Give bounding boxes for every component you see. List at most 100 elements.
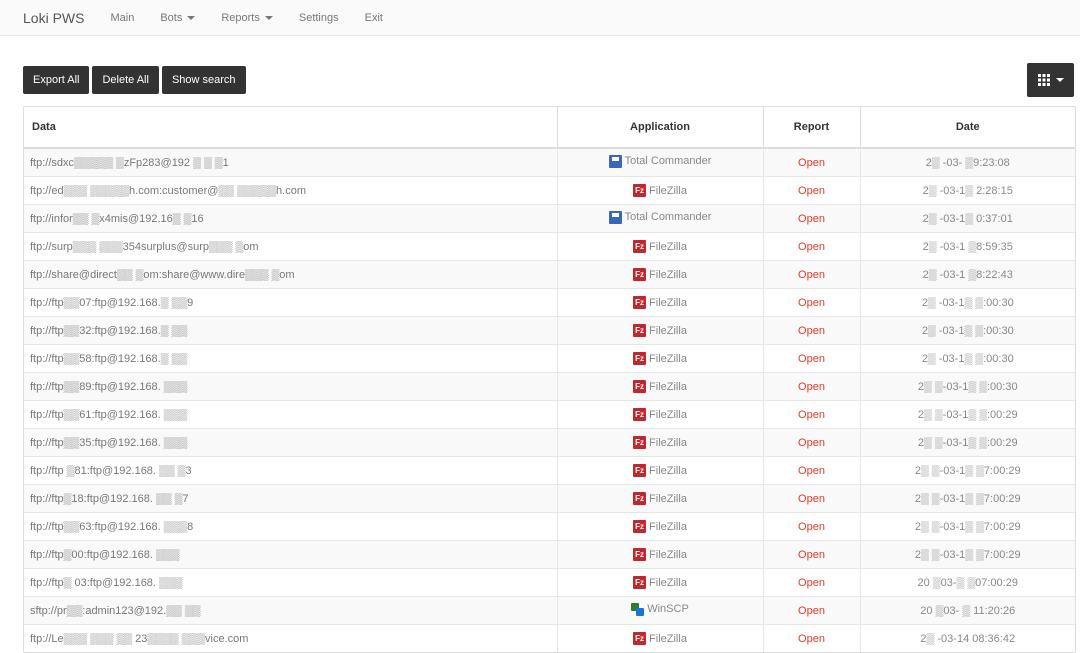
cell-data: ftp://ftp▒▒35:ftp@192.168. ▒▒▒ (24, 428, 558, 457)
cell-data: ftp://Le▒▒▒ ▒▒▒ ▒▒ 23▒▒▒▒ ▒▒▒vice.com (24, 624, 558, 652)
open-report-link[interactable]: Open (798, 213, 825, 225)
table-row: ftp://ed▒▒▒ ▒▒▒▒▒h.com:customer@▒▒ ▒▒▒▒▒… (24, 176, 1075, 205)
table-row: ftp://ftp▒▒58:ftp@192.168.▒ ▒▒ Fz FileZill… (24, 344, 1075, 373)
table-row: ftp://sdxc▒▒▒▒▒ ▒zFp283@192 ▒ ▒ ▒1 Total … (24, 147, 1075, 177)
open-report-link[interactable]: Open (798, 297, 825, 309)
cell-report: Open (763, 428, 861, 457)
nav-exit[interactable]: Exit (365, 12, 383, 24)
open-report-link[interactable]: Open (798, 549, 825, 561)
cell-data: ftp://ftp▒▒63:ftp@192.168. ▒▒▒8 (24, 512, 558, 541)
brand-title[interactable]: Loki PWS (23, 10, 84, 26)
filezilla-icon: Fz (633, 464, 647, 477)
cell-report: Open (763, 204, 861, 233)
open-report-link[interactable]: Open (798, 577, 825, 589)
open-report-link[interactable]: Open (798, 325, 825, 337)
filezilla-icon: Fz (633, 352, 647, 365)
nav-bots[interactable]: Bots (160, 12, 196, 24)
cell-report: Open (763, 624, 861, 652)
filezilla-icon: Fz (633, 296, 647, 309)
export-all-button[interactable]: Export All (23, 66, 90, 94)
open-report-link[interactable]: Open (798, 157, 825, 169)
application-wrapper: Fz FileZilla (633, 436, 687, 449)
cell-date: 2▒ -03-1▒ ▒:00:30 (860, 344, 1075, 373)
table-row: ftp://ftp▒▒61:ftp@192.168. ▒▒▒ Fz FileZill… (24, 400, 1075, 429)
open-report-link[interactable]: Open (798, 465, 825, 477)
header-report[interactable]: Report (763, 107, 861, 149)
cell-report: Open (763, 568, 861, 597)
open-report-link[interactable]: Open (798, 185, 825, 197)
open-report-link[interactable]: Open (798, 269, 825, 281)
cell-application: Fz FileZilla (557, 344, 764, 373)
cell-data: ftp://share@direct▒▒ ▒om:share@www.dire▒… (24, 260, 558, 289)
chevron-down-icon (264, 15, 273, 20)
cell-data: ftp://ftp▒00:ftp@192.168. ▒▒▒ (24, 540, 558, 569)
cell-report: Open (763, 232, 861, 261)
cell-date: 2▒ -03-1▒ ▒:00:30 (860, 288, 1075, 317)
chevron-down-icon (1055, 78, 1064, 82)
application-wrapper: Fz FileZilla (633, 268, 687, 281)
reports-table-container: Data Application Report Date ftp://sdxc▒… (23, 106, 1076, 653)
open-report-link[interactable]: Open (798, 633, 825, 645)
show-search-button[interactable]: Show search (161, 66, 246, 94)
table-row: ftp://ftp ▒81:ftp@192.168. ▒▒ ▒3 Fz FileZi… (24, 456, 1075, 485)
header-application[interactable]: Application (557, 107, 764, 149)
application-label: FileZilla (649, 408, 687, 421)
cell-report: Open (763, 288, 861, 317)
cell-date: 2▒ -03- ▒9:23:08 (860, 147, 1075, 177)
filezilla-icon: Fz (633, 184, 647, 197)
table-body: ftp://sdxc▒▒▒▒▒ ▒zFp283@192 ▒ ▒ ▒1 Total … (24, 147, 1075, 652)
nav-reports[interactable]: Reports (221, 12, 273, 24)
cell-date: 2▒ ▒-03-1▒ ▒:00:29 (860, 428, 1075, 457)
table-row: sftp://pr▒▒:admin123@192.▒▒ ▒▒ WinSCP Open… (24, 596, 1075, 625)
nav-main-label: Main (110, 11, 135, 24)
cell-date: 2▒ -03-1▒ 0:37:01 (860, 204, 1075, 233)
open-report-link[interactable]: Open (798, 493, 825, 505)
cell-date: 2▒ ▒-03-1▒ ▒7:00:29 (860, 512, 1075, 541)
cell-report: Open (763, 512, 861, 541)
filezilla-icon: Fz (633, 520, 647, 533)
open-report-link[interactable]: Open (798, 437, 825, 449)
application-label: FileZilla (649, 268, 687, 281)
open-report-link[interactable]: Open (798, 605, 825, 617)
application-label: FileZilla (649, 520, 687, 533)
cell-date: 2▒ -03-1 ▒8:22:43 (860, 260, 1075, 289)
action-toolbar: Export All Delete All Show search (23, 66, 249, 94)
cell-report: Open (763, 147, 861, 177)
nav-settings[interactable]: Settings (299, 12, 339, 24)
cell-application: Total Commander (557, 147, 764, 177)
open-report-link[interactable]: Open (798, 409, 825, 421)
application-label: FileZilla (649, 380, 687, 393)
filezilla-icon: Fz (633, 240, 647, 253)
open-report-link[interactable]: Open (798, 353, 825, 365)
cell-application: Fz FileZilla (557, 456, 764, 485)
application-wrapper: Fz FileZilla (633, 576, 687, 589)
application-wrapper: Fz FileZilla (633, 352, 687, 365)
nav-main[interactable]: Main (110, 12, 134, 24)
application-wrapper: Fz FileZilla (633, 492, 687, 505)
open-report-link[interactable]: Open (798, 521, 825, 533)
open-report-link[interactable]: Open (798, 241, 825, 253)
application-label: FileZilla (649, 184, 687, 197)
cell-data: ftp://ftp ▒81:ftp@192.168. ▒▒ ▒3 (24, 456, 558, 485)
cell-data: ftp://surp▒▒▒ ▒▒▒354surplus@surp▒▒▒ ▒om (24, 232, 558, 261)
application-label: FileZilla (649, 436, 687, 449)
table-row: ftp://ftp▒00:ftp@192.168. ▒▒▒ Fz FileZilla… (24, 540, 1075, 569)
cell-date: 20 ▒03- ▒ 11:20:26 (860, 596, 1075, 625)
delete-all-button[interactable]: Delete All (92, 66, 159, 94)
reports-table: Data Application Report Date ftp://sdxc▒… (24, 107, 1075, 652)
cell-application: Fz FileZilla (557, 400, 764, 429)
cell-data: ftp://ed▒▒▒ ▒▒▒▒▒h.com:customer@▒▒ ▒▒▒▒▒… (24, 176, 558, 205)
application-wrapper: Fz FileZilla (633, 380, 687, 393)
open-report-link[interactable]: Open (798, 381, 825, 393)
cell-data: ftp://ftp▒▒32:ftp@192.168.▒ ▒▒ (24, 316, 558, 345)
header-date[interactable]: Date (860, 107, 1075, 149)
cell-date: 2▒ ▒-03-1▒ ▒:00:29 (860, 400, 1075, 429)
header-data[interactable]: Data (24, 107, 558, 149)
application-wrapper: Fz FileZilla (633, 296, 687, 309)
cell-application: Fz FileZilla (557, 288, 764, 317)
application-label: Total Commander (624, 155, 712, 167)
table-row: ftp://ftp▒ 03:ftp@192.168. ▒▒▒ Fz FileZill… (24, 568, 1075, 597)
cell-application: Fz FileZilla (557, 260, 764, 289)
nav-reports-label: Reports (221, 11, 260, 24)
column-grid-button[interactable] (1027, 63, 1074, 97)
